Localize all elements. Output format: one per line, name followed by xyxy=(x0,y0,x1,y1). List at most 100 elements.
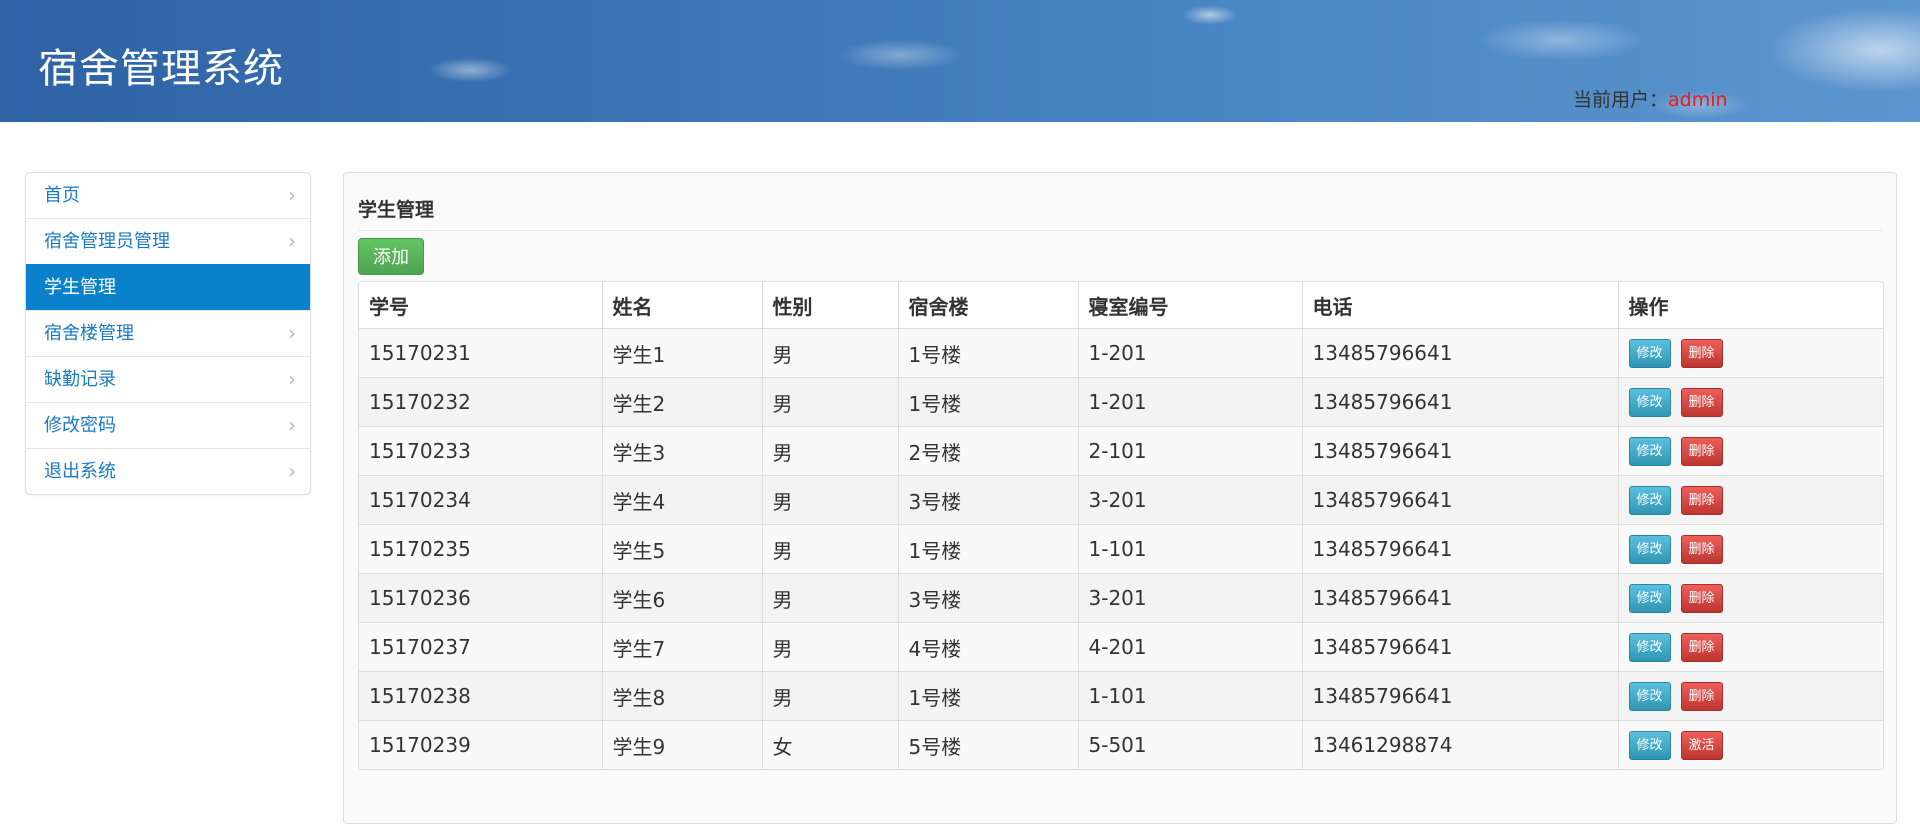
delete-button[interactable]: 删除 xyxy=(1680,583,1723,613)
cell-name: 学生2 xyxy=(601,377,762,427)
cell-student-id: 15170235 xyxy=(359,524,602,574)
cell-room: 5-501 xyxy=(1077,720,1302,769)
activate-button[interactable]: 激活 xyxy=(1680,730,1723,760)
cell-room: 3-201 xyxy=(1077,475,1302,525)
table-row: 15170234 学生4 男 3号楼 3-201 13485796641 修改删… xyxy=(359,475,1883,525)
cell-building: 1号楼 xyxy=(897,671,1078,721)
cell-gender: 女 xyxy=(761,720,898,769)
delete-button[interactable]: 删除 xyxy=(1680,485,1723,515)
cell-gender: 男 xyxy=(761,573,898,623)
cell-phone: 13485796641 xyxy=(1301,622,1618,672)
cell-room: 1-101 xyxy=(1077,671,1302,721)
current-user-name: admin xyxy=(1668,89,1728,111)
cell-actions: 修改 删除 xyxy=(1617,377,1883,427)
cell-actions: 修改 删除 xyxy=(1617,328,1883,378)
cell-actions: 修改 删除 xyxy=(1617,475,1883,525)
cell-name: 学生6 xyxy=(601,573,762,623)
edit-button[interactable]: 修改 xyxy=(1628,338,1671,368)
delete-button[interactable]: 删除 xyxy=(1680,534,1723,564)
edit-button[interactable]: 修改 xyxy=(1628,534,1671,564)
cell-phone: 13485796641 xyxy=(1301,377,1618,427)
sidebar-item-label: 首页 xyxy=(44,185,80,206)
cell-building: 4号楼 xyxy=(897,622,1078,672)
cell-student-id: 15170237 xyxy=(359,622,602,672)
edit-button[interactable]: 修改 xyxy=(1628,632,1671,662)
chevron-right-icon: › xyxy=(288,413,296,437)
delete-button[interactable]: 删除 xyxy=(1680,387,1723,417)
cell-room: 1-201 xyxy=(1077,328,1302,378)
chevron-right-icon: › xyxy=(288,367,296,391)
cell-gender: 男 xyxy=(761,426,898,476)
cell-room: 3-201 xyxy=(1077,573,1302,623)
cell-gender: 男 xyxy=(761,475,898,525)
sidebar-item-student-management[interactable]: 学生管理 xyxy=(26,264,310,310)
cell-actions: 修改 删除 xyxy=(1617,573,1883,623)
cell-actions: 修改 删除 xyxy=(1617,426,1883,476)
edit-button[interactable]: 修改 xyxy=(1628,387,1671,417)
cell-name: 学生8 xyxy=(601,671,762,721)
chevron-right-icon: › xyxy=(288,229,296,253)
cell-phone: 13485796641 xyxy=(1301,328,1618,378)
sidebar-item-label: 缺勤记录 xyxy=(44,369,116,390)
edit-button[interactable]: 修改 xyxy=(1628,485,1671,515)
chevron-right-icon: › xyxy=(288,321,296,345)
table-row: 15170236 学生6 男 3号楼 3-201 13485796641 修改删… xyxy=(359,573,1883,623)
cell-gender: 男 xyxy=(761,328,898,378)
cell-name: 学生3 xyxy=(601,426,762,476)
chevron-right-icon: › xyxy=(288,459,296,483)
table-row: 15170233 学生3 男 2号楼 2-101 13485796641 修改删… xyxy=(359,426,1883,476)
column-header-room: 寝室编号 xyxy=(1077,282,1302,329)
table-row: 15170237 学生7 男 4号楼 4-201 13485796641 修改删… xyxy=(359,622,1883,672)
edit-button[interactable]: 修改 xyxy=(1628,436,1671,466)
cell-actions: 修改 删除 xyxy=(1617,671,1883,721)
edit-button[interactable]: 修改 xyxy=(1628,730,1671,760)
edit-button[interactable]: 修改 xyxy=(1628,681,1671,711)
sidebar-item-label: 宿舍楼管理 xyxy=(44,323,134,344)
cell-actions: 修改 激活 xyxy=(1617,720,1883,769)
cell-gender: 男 xyxy=(761,524,898,574)
cell-student-id: 15170232 xyxy=(359,377,602,427)
cell-building: 2号楼 xyxy=(897,426,1078,476)
delete-button[interactable]: 删除 xyxy=(1680,681,1723,711)
cell-student-id: 15170233 xyxy=(359,426,602,476)
cell-gender: 男 xyxy=(761,622,898,672)
sidebar-item-dorm-admin-management[interactable]: 宿舍管理员管理 › xyxy=(26,218,310,264)
delete-button[interactable]: 删除 xyxy=(1680,338,1723,368)
delete-button[interactable]: 删除 xyxy=(1680,436,1723,466)
cell-phone: 13485796641 xyxy=(1301,524,1618,574)
sidebar-item-absence-records[interactable]: 缺勤记录 › xyxy=(26,356,310,402)
cell-phone: 13485796641 xyxy=(1301,671,1618,721)
sidebar-item-label: 宿舍管理员管理 xyxy=(44,231,170,252)
table-row: 15170239 学生9 女 5号楼 5-501 13461298874 修改激… xyxy=(359,720,1883,769)
cell-name: 学生4 xyxy=(601,475,762,525)
cell-room: 4-201 xyxy=(1077,622,1302,672)
cell-name: 学生9 xyxy=(601,720,762,769)
column-header-phone: 电话 xyxy=(1301,282,1618,329)
table-row: 15170232 学生2 男 1号楼 1-201 13485796641 修改删… xyxy=(359,377,1883,427)
column-header-actions: 操作 xyxy=(1617,282,1883,329)
cell-gender: 男 xyxy=(761,377,898,427)
divider xyxy=(358,230,1882,231)
cell-actions: 修改 删除 xyxy=(1617,622,1883,672)
sidebar-item-building-management[interactable]: 宿舍楼管理 › xyxy=(26,310,310,356)
cell-phone: 13461298874 xyxy=(1301,720,1618,769)
sidebar-nav: 首页 › 宿舍管理员管理 › 学生管理 宿舍楼管理 › 缺勤记录 › 修改密码 … xyxy=(25,172,311,495)
cell-phone: 13485796641 xyxy=(1301,475,1618,525)
cell-name: 学生1 xyxy=(601,328,762,378)
cell-room: 1-101 xyxy=(1077,524,1302,574)
cell-room: 2-101 xyxy=(1077,426,1302,476)
column-header-student-id: 学号 xyxy=(359,282,602,329)
sidebar-item-home[interactable]: 首页 › xyxy=(26,173,310,218)
delete-button[interactable]: 删除 xyxy=(1680,632,1723,662)
sidebar-item-change-password[interactable]: 修改密码 › xyxy=(26,402,310,448)
page-title: 学生管理 xyxy=(358,199,435,221)
cell-name: 学生5 xyxy=(601,524,762,574)
cell-building: 1号楼 xyxy=(897,377,1078,427)
table-row: 15170235 学生5 男 1号楼 1-101 13485796641 修改删… xyxy=(359,524,1883,574)
sidebar-item-label: 学生管理 xyxy=(44,277,116,298)
cell-building: 5号楼 xyxy=(897,720,1078,769)
edit-button[interactable]: 修改 xyxy=(1628,583,1671,613)
sidebar-item-logout[interactable]: 退出系统 › xyxy=(26,448,310,494)
add-student-button[interactable]: 添加 xyxy=(358,238,424,275)
cell-building: 1号楼 xyxy=(897,328,1078,378)
